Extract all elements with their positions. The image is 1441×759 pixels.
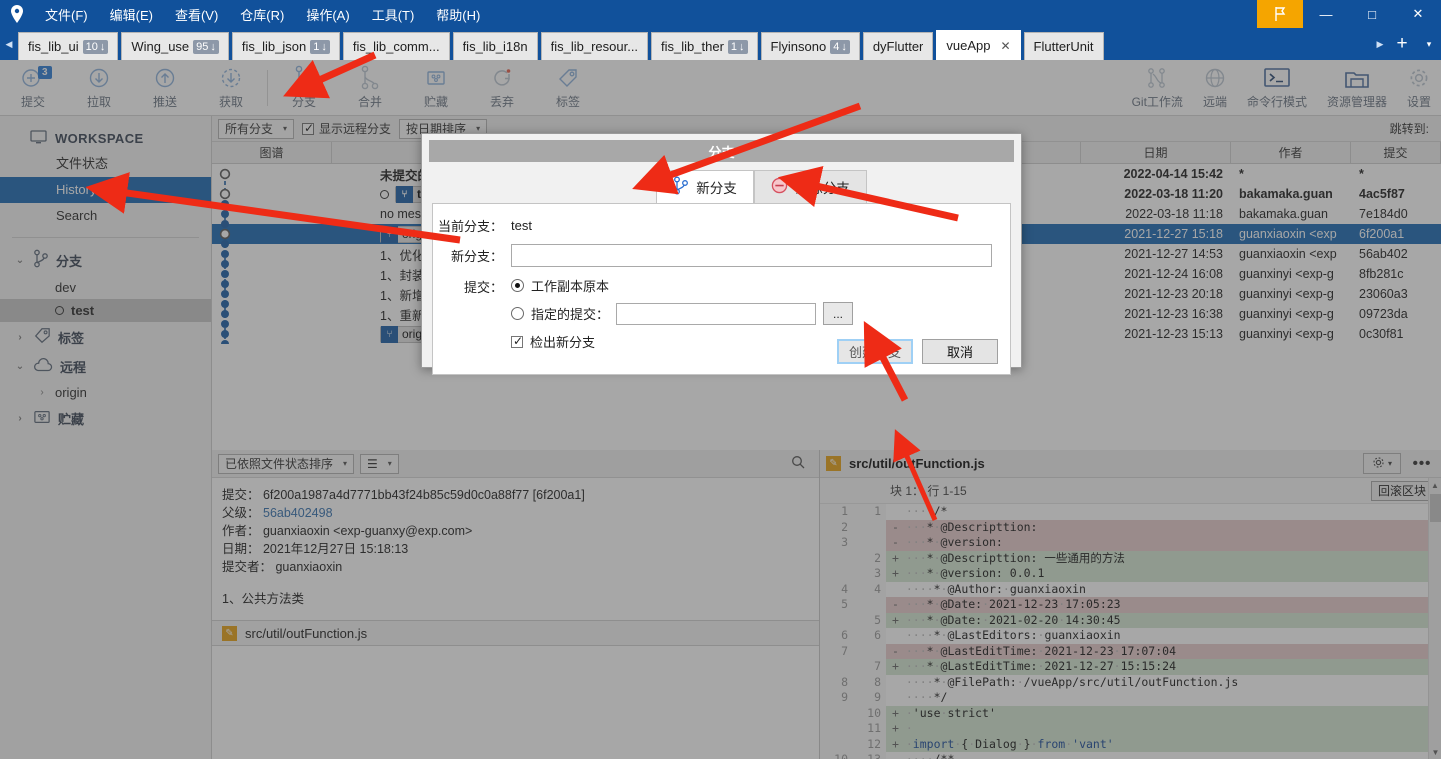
tab-bar: ◀ fis_lib_ui 10 ↓ Wing_use 95 ↓ fis_lib_json 1 ↓… xyxy=(0,28,1441,60)
repo-tab-label: vueApp xyxy=(946,38,991,53)
specified-commit-input[interactable] xyxy=(616,302,817,325)
tab-scroll-left-icon[interactable]: ◀ xyxy=(0,28,18,60)
create-branch-button[interactable]: 创建分支 xyxy=(837,339,913,364)
new-branch-label: 新分支： xyxy=(450,249,503,264)
tab-delete-branch[interactable]: 删除分支 xyxy=(753,170,867,203)
dialog-body: 当前分支： test 新分支： 提交： 工作副本原本 指定的提交： ... ✓ … xyxy=(432,203,1011,375)
dialog-title: 分支 xyxy=(429,140,1014,162)
radio-specified-commit[interactable]: 指定的提交： ... xyxy=(511,302,854,325)
current-branch-label: 当前分支： xyxy=(437,219,503,234)
repo-tab-fis_lib_ui[interactable]: fis_lib_ui 10 ↓ xyxy=(18,32,119,60)
repo-tab-label: fis_lib_comm... xyxy=(352,39,440,54)
branch-icon xyxy=(673,176,689,198)
checkbox-box xyxy=(511,334,523,348)
maximize-button[interactable]: □ xyxy=(1349,0,1395,28)
radio-working-copy[interactable]: 工作副本原本 xyxy=(511,276,853,295)
repo-tab-label: fis_lib_resour... xyxy=(550,39,639,54)
repo-tab-fis_lib_i18n[interactable]: fis_lib_i18n xyxy=(452,32,538,60)
download-arrow-icon: ↓ xyxy=(99,40,106,53)
current-branch-row: 当前分支： test xyxy=(433,216,996,235)
repo-tab-badge-count: 95 xyxy=(196,40,209,53)
tab-delete-branch-label: 删除分支 xyxy=(795,181,850,196)
repo-tab-label: fis_lib_ui xyxy=(28,39,79,54)
repo-tab-wing_use[interactable]: Wing_use 95 ↓ xyxy=(121,32,229,60)
download-arrow-icon: ↓ xyxy=(739,40,745,53)
repo-tab-fis_lib_ther[interactable]: fis_lib_ther 1 ↓ xyxy=(651,32,758,60)
checkout-new-branch-label: 检出新分支 xyxy=(530,335,596,350)
close-button[interactable]: ✕ xyxy=(1395,0,1441,28)
repo-tab-dyflutter[interactable]: dyFlutter xyxy=(862,32,934,60)
minus-circle-icon xyxy=(771,177,788,197)
tab-new-branch[interactable]: 新分支 xyxy=(656,170,754,203)
menu-help[interactable]: 帮助(H) xyxy=(425,1,491,28)
commit-source-label: 提交： xyxy=(463,280,503,295)
repo-tab-label: fis_lib_json xyxy=(241,39,307,54)
menu-tools[interactable]: 工具(T) xyxy=(361,1,426,28)
dialog-tabs: 新分支 删除分支 xyxy=(422,170,1021,203)
tab-menu-chevron-down-icon[interactable]: ▾ xyxy=(1417,28,1441,60)
checkout-new-branch-checkbox[interactable]: 检出新分支 xyxy=(511,332,853,351)
repo-tab-badge: 95 ↓ xyxy=(193,39,219,54)
tab-scroll-right-icon[interactable]: ▶ xyxy=(1373,28,1387,60)
dialog-buttons: 创建分支 取消 xyxy=(837,339,998,364)
radio-specified-commit-label: 指定的提交： xyxy=(531,307,610,322)
menu-actions[interactable]: 操作(A) xyxy=(295,1,360,28)
menu-file[interactable]: 文件(F) xyxy=(34,1,99,28)
new-branch-input[interactable] xyxy=(511,244,992,267)
radio-button xyxy=(511,279,524,292)
browse-commit-button[interactable]: ... xyxy=(823,302,854,325)
repo-tab-label: FlutterUnit xyxy=(1033,39,1094,54)
branch-dialog: 分支 新分支 删除分支 当前分支： test 新分支： 提交： 工作副本原本 指… xyxy=(421,133,1022,375)
menu-repository[interactable]: 仓库(R) xyxy=(229,1,295,28)
repo-tab-badge-count: 1 xyxy=(313,40,320,53)
repo-tab-flutterunit[interactable]: FlutterUnit xyxy=(1023,32,1104,60)
modal-overlay-toolbar xyxy=(0,60,1441,116)
flag-icon[interactable] xyxy=(1257,0,1303,28)
radio-button xyxy=(511,307,524,320)
repo-tab-fis_lib_resour[interactable]: fis_lib_resour... xyxy=(540,32,649,60)
menu-view[interactable]: 查看(V) xyxy=(164,1,229,28)
modal-overlay-sidebar xyxy=(0,116,212,759)
radio-working-copy-label: 工作副本原本 xyxy=(531,279,610,294)
minimize-button[interactable]: — xyxy=(1303,0,1349,28)
current-branch-value: test xyxy=(511,218,532,233)
repo-tab-badge: 1 ↓ xyxy=(310,39,330,54)
repo-tab-label: Wing_use xyxy=(131,39,190,54)
add-tab-button[interactable]: + xyxy=(1387,28,1417,60)
repo-tab-fis_lib_json[interactable]: fis_lib_json 1 ↓ xyxy=(231,32,340,60)
download-arrow-icon: ↓ xyxy=(210,40,216,53)
menu-edit[interactable]: 编辑(E) xyxy=(99,1,164,28)
tab-new-branch-label: 新分支 xyxy=(696,181,737,196)
repo-tab-label: Flyinsono xyxy=(770,39,827,54)
title-bar: 文件(F) 编辑(E) 查看(V) 仓库(R) 操作(A) 工具(T) 帮助(H… xyxy=(0,0,1441,28)
repo-tab-badge-count: 1 xyxy=(730,40,738,53)
download-arrow-icon: ↓ xyxy=(321,40,327,53)
repo-tab-label: dyFlutter xyxy=(872,39,924,54)
repo-tab-badge: 1 ↓ xyxy=(727,39,748,54)
repo-tab-label: fis_lib_ther xyxy=(661,39,724,54)
repo-tab-fis_lib_comm[interactable]: fis_lib_comm... xyxy=(342,32,450,60)
repo-tab-badge-count: 4 xyxy=(833,40,840,53)
tab-strip: fis_lib_ui 10 ↓ Wing_use 95 ↓ fis_lib_json 1 ↓ fi… xyxy=(18,28,1373,60)
repo-tab-badge: 4 ↓ xyxy=(830,39,850,54)
cancel-button[interactable]: 取消 xyxy=(922,339,998,364)
menu-bar: 文件(F) 编辑(E) 查看(V) 仓库(R) 操作(A) 工具(T) 帮助(H… xyxy=(34,1,491,28)
repo-tab-badge-count: 10 xyxy=(85,40,98,53)
new-branch-row: 新分支： xyxy=(433,244,996,267)
repo-tab-badge: 10 ↓ xyxy=(82,39,109,54)
app-logo-icon xyxy=(0,0,34,28)
repo-tab-label: fis_lib_i18n xyxy=(462,39,528,54)
close-icon[interactable]: ✕ xyxy=(1000,39,1010,53)
repo-tab-flyinsono[interactable]: Flyinsono 4 ↓ xyxy=(760,32,860,60)
download-arrow-icon: ↓ xyxy=(841,40,847,53)
window-controls: — □ ✕ xyxy=(1257,0,1441,28)
repo-tab-vueapp[interactable]: vueApp ✕ xyxy=(936,30,1021,60)
